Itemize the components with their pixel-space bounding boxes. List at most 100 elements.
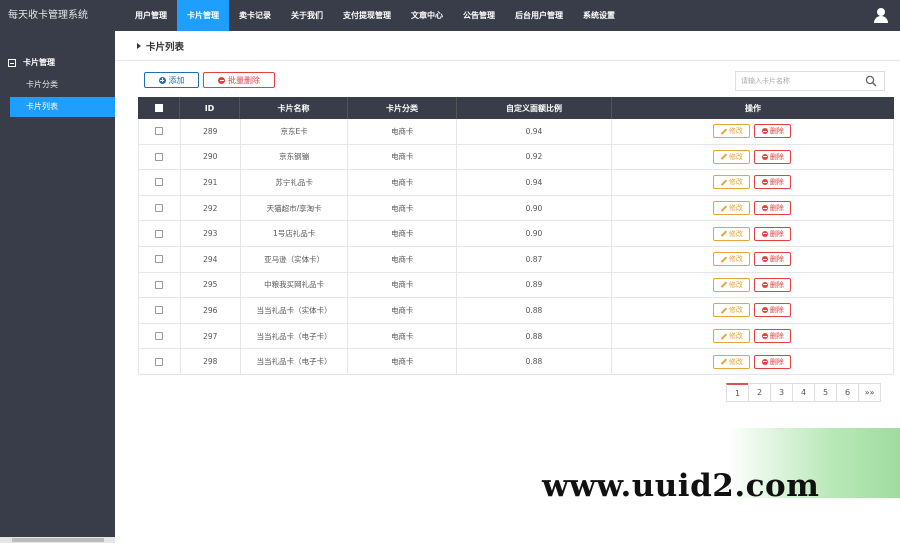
delete-button[interactable]: 删除 [754,252,792,267]
delete-button[interactable]: 删除 [754,124,792,139]
delete-button[interactable]: 删除 [754,277,792,292]
minus-circle-icon [761,307,768,314]
sidebar-item-card-list[interactable]: 卡片列表 [10,97,115,117]
edit-button[interactable]: 修改 [713,175,751,190]
horizontal-scrollbar[interactable] [0,537,115,543]
nav-item[interactable]: 后台用户管理 [505,0,573,31]
page-link[interactable]: 3 [770,383,793,402]
edit-button[interactable]: 修改 [713,277,751,292]
row-checkbox[interactable] [155,332,164,341]
cell-ratio: 0.88 [457,298,612,323]
cell-operations: 修改 删除 [612,247,893,272]
cell-id: 297 [181,323,241,349]
edit-button[interactable]: 修改 [713,252,751,267]
cell-category: 电商卡 [348,246,458,272]
page-link[interactable]: 2 [748,383,771,402]
cell-id: 290 [181,144,241,170]
cell-category: 电商卡 [348,170,458,195]
nav-item[interactable]: 支付提现管理 [333,0,401,31]
header-ratio: 自定义面额比例 [457,97,612,119]
table-row: 294 亚马逊（实体卡） 电商卡 0.87 修改 删除 [138,246,894,273]
page-link[interactable]: 6 [836,383,859,402]
table-row: 295 中粮我买网礼品卡 电商卡 0.89 修改 删除 [138,272,894,299]
cell-category: 电商卡 [348,144,458,170]
cell-id: 294 [181,246,241,272]
plus-circle-icon [158,76,166,84]
row-checkbox[interactable] [155,229,164,238]
edit-button[interactable]: 修改 [713,124,751,139]
cell-name: 苏宁礼品卡 [241,170,349,195]
cell-operations: 修改 删除 [612,349,893,374]
minus-circle-icon [761,256,768,263]
delete-label: 删除 [769,255,784,264]
sidebar-group-card-management[interactable]: 卡片管理 [8,56,55,70]
sidebar-item-card-category[interactable]: 卡片分类 [10,75,115,95]
minus-circle-icon [761,333,768,340]
edit-button[interactable]: 修改 [713,303,751,318]
row-checkbox-cell [139,349,181,374]
edit-button[interactable]: 修改 [713,354,751,369]
page-title: 卡片列表 [137,39,184,53]
edit-button[interactable]: 修改 [713,201,751,216]
row-checkbox-cell [139,119,181,144]
delete-button[interactable]: 删除 [754,175,792,190]
page-link[interactable]: 4 [792,383,815,402]
edit-label: 修改 [728,255,743,264]
app-title: 每天收卡管理系统 [8,10,88,21]
delete-label: 删除 [769,229,784,238]
search-input[interactable] [736,72,856,90]
batch-delete-button[interactable]: 批量删除 [203,72,275,88]
delete-label: 删除 [769,306,784,315]
search-icon[interactable] [865,75,877,87]
delete-label: 删除 [769,178,784,187]
row-checkbox[interactable] [155,178,164,187]
delete-button[interactable]: 删除 [754,201,792,216]
cell-id: 296 [181,298,241,323]
cell-ratio: 0.87 [457,246,612,272]
nav-item[interactable]: 卖卡记录 [229,0,281,31]
cell-category: 电商卡 [348,195,458,221]
row-checkbox[interactable] [155,357,164,366]
edit-label: 修改 [728,178,743,187]
pencil-icon [721,359,727,365]
edit-button[interactable]: 修改 [713,149,751,164]
cell-ratio: 0.88 [457,349,612,374]
row-checkbox[interactable] [155,280,164,289]
minus-circle-icon [761,153,768,160]
cell-name: 1号店礼品卡 [241,221,349,246]
page-link[interactable]: 5 [814,383,837,402]
cell-category: 电商卡 [348,221,458,246]
row-checkbox[interactable] [155,152,164,161]
delete-button[interactable]: 删除 [754,149,792,164]
table-row: 297 当当礼品卡（电子卡） 电商卡 0.88 修改 删除 [138,323,894,350]
nav-item[interactable]: 公告管理 [453,0,505,31]
cell-operations: 修改 删除 [612,324,893,349]
nav-item[interactable]: 卡片管理 [177,0,229,31]
edit-button[interactable]: 修改 [713,226,751,241]
edit-button[interactable]: 修改 [713,329,751,344]
delete-button[interactable]: 删除 [754,329,792,344]
delete-button[interactable]: 删除 [754,226,792,241]
user-icon[interactable] [874,8,888,23]
row-checkbox[interactable] [155,255,164,264]
row-checkbox[interactable] [155,127,164,136]
row-checkbox[interactable] [155,204,164,213]
delete-button[interactable]: 删除 [754,354,792,369]
page-link[interactable]: 1 [726,383,749,402]
sidebar-item-label: 卡片列表 [26,102,58,111]
next-page-button[interactable]: »» [858,383,881,402]
top-navbar: 每天收卡管理系统 用户管理 卡片管理 卖卡记录 关于我们 支付提现管理 文章中心 公告管理后… [0,0,900,31]
select-all-checkbox[interactable] [154,104,163,112]
pencil-icon [721,154,727,160]
nav-item[interactable]: 文章中心 [401,0,453,31]
row-checkbox[interactable] [155,306,164,315]
edit-label: 修改 [728,127,743,136]
nav-item[interactable]: 关于我们 [281,0,333,31]
edit-label: 修改 [728,280,743,289]
nav-item[interactable]: 系统设置 [573,0,625,31]
row-checkbox-cell [139,246,181,272]
nav-item[interactable]: 用户管理 [125,0,177,31]
add-button[interactable]: 添加 [144,72,199,88]
delete-button[interactable]: 删除 [754,303,792,318]
cell-operations: 修改 删除 [612,273,893,298]
